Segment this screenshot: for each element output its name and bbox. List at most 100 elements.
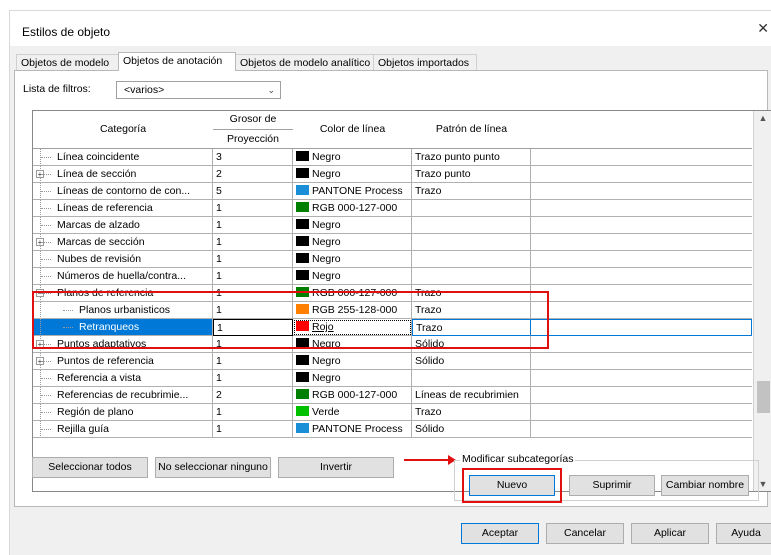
line-color-cell[interactable]: Rojo xyxy=(293,319,412,336)
category-cell[interactable]: Líneas de referencia xyxy=(33,200,213,217)
line-pattern-cell[interactable] xyxy=(412,200,531,217)
table-row[interactable]: Línea coincidente 3 Negro Trazo punto punto xyxy=(33,149,752,166)
header-category[interactable]: Categoría xyxy=(33,111,214,149)
table-row[interactable]: Líneas de referencia 1 RGB 000-127-000 xyxy=(33,200,752,217)
vertical-scrollbar[interactable]: ▲ ▼ xyxy=(753,111,771,491)
category-cell[interactable]: Línea coincidente xyxy=(33,149,213,166)
thickness-cell[interactable]: 1 xyxy=(213,370,293,387)
header-line-pattern[interactable]: Patrón de línea xyxy=(412,111,532,149)
table-row[interactable]: + Puntos adaptativos 1 Negro Sólido xyxy=(33,336,752,353)
invert-button[interactable]: Invertir xyxy=(278,457,394,478)
table-row[interactable]: Nubes de revisión 1 Negro xyxy=(33,251,752,268)
line-pattern-cell[interactable]: Líneas de recubrimien xyxy=(412,387,531,404)
line-pattern-cell[interactable]: Trazo xyxy=(412,302,531,319)
category-cell[interactable]: Rejilla guía xyxy=(33,421,213,438)
thickness-cell[interactable]: 1 xyxy=(213,234,293,251)
thickness-cell[interactable]: 3 xyxy=(213,149,293,166)
line-color-cell[interactable]: PANTONE Process xyxy=(293,183,412,200)
cancel-button[interactable]: Cancelar xyxy=(546,523,624,544)
category-cell[interactable]: Marcas de alzado xyxy=(33,217,213,234)
table-row[interactable]: Marcas de alzado 1 Negro xyxy=(33,217,752,234)
ok-button[interactable]: Aceptar xyxy=(461,523,539,544)
line-color-cell[interactable]: Negro xyxy=(293,234,412,251)
category-cell[interactable]: Líneas de contorno de con... xyxy=(33,183,213,200)
category-cell[interactable]: Región de plano xyxy=(33,404,213,421)
line-pattern-cell[interactable] xyxy=(412,268,531,285)
thickness-cell[interactable]: 1 xyxy=(213,336,293,353)
filter-dropdown[interactable]: <varios> ⌄ xyxy=(116,81,281,99)
thickness-cell[interactable]: 1 xyxy=(213,217,293,234)
line-pattern-cell[interactable]: Sólido xyxy=(412,336,531,353)
line-pattern-cell[interactable] xyxy=(412,217,531,234)
header-projection[interactable]: Proyección xyxy=(213,133,293,145)
line-pattern-cell[interactable]: Trazo xyxy=(412,285,531,302)
line-color-cell[interactable]: Negro xyxy=(293,336,412,353)
category-cell[interactable]: Planos urbanisticos xyxy=(33,302,213,319)
category-cell[interactable]: Números de huella/contra... xyxy=(33,268,213,285)
table-row[interactable]: Números de huella/contra... 1 Negro xyxy=(33,268,752,285)
thickness-cell[interactable]: 2 xyxy=(213,166,293,183)
line-color-cell[interactable]: Negro xyxy=(293,166,412,183)
line-color-cell[interactable]: RGB 000-127-000 xyxy=(293,200,412,217)
thickness-cell[interactable]: 1 xyxy=(213,200,293,217)
thickness-cell[interactable]: 5 xyxy=(213,183,293,200)
table-row[interactable]: Referencia a vista 1 Negro xyxy=(33,370,752,387)
table-row[interactable]: Región de plano 1 Verde Trazo xyxy=(33,404,752,421)
line-color-cell[interactable]: RGB 255-128-000 xyxy=(293,302,412,319)
help-button[interactable]: Ayuda xyxy=(716,523,771,544)
close-icon[interactable]: ✕ xyxy=(757,20,769,37)
line-color-cell[interactable]: Negro xyxy=(293,149,412,166)
tab-objetos-modelo-analitico[interactable]: Objetos de modelo analítico xyxy=(235,54,374,70)
table-row[interactable]: + Marcas de sección 1 Negro xyxy=(33,234,752,251)
line-color-cell[interactable]: Negro xyxy=(293,268,412,285)
thickness-cell[interactable]: 1 xyxy=(213,268,293,285)
table-row[interactable]: + Puntos de referencia 1 Negro Sólido xyxy=(33,353,752,370)
line-pattern-cell[interactable]: Trazo xyxy=(412,404,531,421)
table-row[interactable]: Líneas de contorno de con... 5 PANTONE Pro… xyxy=(33,183,752,200)
category-cell[interactable]: + Puntos de referencia xyxy=(33,353,213,370)
line-color-cell[interactable]: Negro xyxy=(293,251,412,268)
delete-button[interactable]: Suprimir xyxy=(569,475,655,496)
category-cell[interactable]: + Puntos adaptativos xyxy=(33,336,213,353)
line-pattern-cell[interactable]: Trazo punto xyxy=(412,166,531,183)
thickness-cell[interactable]: 1 xyxy=(213,251,293,268)
category-cell[interactable]: Retranqueos xyxy=(33,319,213,336)
thickness-cell[interactable]: 1 xyxy=(213,285,293,302)
line-color-cell[interactable]: PANTONE Process xyxy=(293,421,412,438)
category-cell[interactable]: Nubes de revisión xyxy=(33,251,213,268)
tab-objetos-anotacion[interactable]: Objetos de anotación xyxy=(118,52,236,71)
tab-objetos-modelo[interactable]: Objetos de modelo xyxy=(16,54,119,70)
thickness-cell[interactable]: 1 xyxy=(213,421,293,438)
apply-button[interactable]: Aplicar xyxy=(631,523,709,544)
thickness-cell[interactable]: 1 xyxy=(213,319,293,336)
line-pattern-cell[interactable] xyxy=(412,234,531,251)
line-pattern-cell[interactable] xyxy=(412,251,531,268)
thickness-cell[interactable]: 1 xyxy=(213,353,293,370)
category-cell[interactable]: + Línea de sección xyxy=(33,166,213,183)
header-line-color[interactable]: Color de línea xyxy=(293,111,413,149)
line-color-cell[interactable]: RGB 000-127-000 xyxy=(293,285,412,302)
new-button[interactable]: Nuevo xyxy=(469,475,555,496)
line-pattern-cell[interactable]: Sólido xyxy=(412,421,531,438)
select-all-button[interactable]: Seleccionar todos xyxy=(32,457,148,478)
table-row[interactable]: Rejilla guía 1 PANTONE Process Sólido xyxy=(33,421,752,438)
thickness-cell[interactable]: 1 xyxy=(213,404,293,421)
tab-objetos-importados[interactable]: Objetos importados xyxy=(373,54,477,70)
line-pattern-cell[interactable]: Trazo punto punto xyxy=(412,149,531,166)
thickness-cell[interactable]: 2 xyxy=(213,387,293,404)
line-pattern-cell[interactable]: Sólido xyxy=(412,353,531,370)
line-color-cell[interactable]: Verde xyxy=(293,404,412,421)
line-pattern-cell[interactable]: Trazo xyxy=(412,183,531,200)
select-none-button[interactable]: No seleccionar ninguno xyxy=(155,457,271,478)
table-row[interactable]: + Línea de sección 2 Negro Trazo punto xyxy=(33,166,752,183)
table-row[interactable]: − Planos de referencia 1 RGB 000-127-000 Tra… xyxy=(33,285,752,302)
thickness-cell[interactable]: 1 xyxy=(213,302,293,319)
category-cell[interactable]: − Planos de referencia xyxy=(33,285,213,302)
line-pattern-cell[interactable] xyxy=(412,370,531,387)
table-row[interactable]: Referencias de recubrimie... 2 RGB 000-127… xyxy=(33,387,752,404)
category-cell[interactable]: Referencia a vista xyxy=(33,370,213,387)
scroll-up-icon[interactable]: ▲ xyxy=(754,113,771,123)
rename-button[interactable]: Cambiar nombre xyxy=(661,475,749,496)
line-color-cell[interactable]: RGB 000-127-000 xyxy=(293,387,412,404)
table-row[interactable]: Planos urbanisticos 1 RGB 255-128-000 Trazo xyxy=(33,302,752,319)
